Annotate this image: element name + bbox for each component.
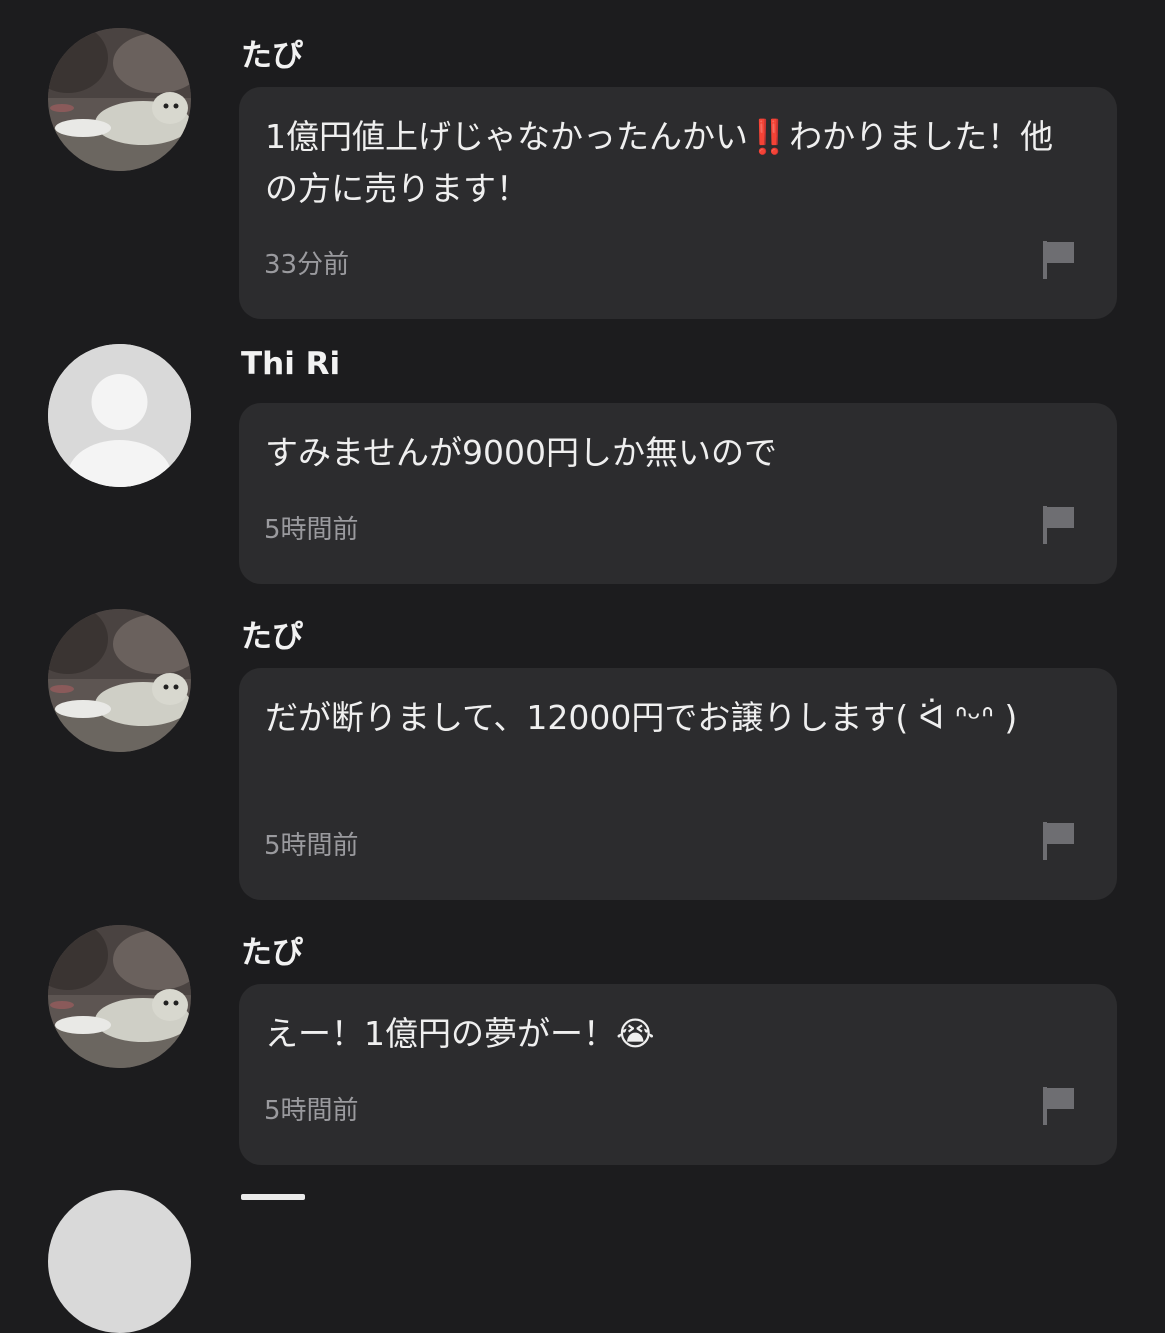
- comment-bubble: えー！1億円の夢がー！😭 5時間前: [239, 984, 1117, 1165]
- comment-bubble: 1億円値上げじゃなかったんかい‼️わかりました！他の方に売ります！ 33分前: [239, 87, 1117, 319]
- comment-timestamp: 5時間前: [264, 831, 359, 861]
- comment-message: だが断りまして、12000円でお譲りします( ᐛ ᐢᵕᐢ ): [265, 698, 1018, 737]
- comment-message: すみませんが9000円しか無いので: [265, 433, 777, 472]
- flag-icon[interactable]: [1041, 1085, 1077, 1127]
- comment-username[interactable]: [241, 1192, 311, 1202]
- comment-username[interactable]: たぴ: [241, 927, 303, 972]
- comment-bubble: だが断りまして、12000円でお譲りします( ᐛ ᐢᵕᐢ ) 5時間前: [239, 668, 1117, 900]
- comment-username[interactable]: たぴ: [241, 611, 303, 656]
- user-silhouette-icon: [48, 344, 191, 487]
- comment-message: 1億円値上げじゃなかったんかい‼️わかりました！他の方に売ります！: [265, 117, 1054, 208]
- flag-icon[interactable]: [1041, 239, 1077, 281]
- avatar[interactable]: [48, 1190, 191, 1333]
- avatar[interactable]: [48, 609, 191, 752]
- comment-bubble: すみませんが9000円しか無いので 5時間前: [239, 403, 1117, 584]
- comment-message: えー！1億円の夢がー！😭: [265, 1014, 655, 1053]
- comment-timestamp: 33分前: [264, 250, 350, 280]
- avatar[interactable]: [48, 925, 191, 1068]
- comment-username[interactable]: Thi Ri: [241, 346, 340, 382]
- flag-icon[interactable]: [1041, 820, 1077, 862]
- avatar[interactable]: [48, 344, 191, 487]
- avatar[interactable]: [48, 28, 191, 171]
- flag-icon[interactable]: [1041, 504, 1077, 546]
- comment-timestamp: 5時間前: [264, 1096, 359, 1126]
- comment-timestamp: 5時間前: [264, 515, 359, 545]
- comment-username[interactable]: たぴ: [241, 30, 303, 75]
